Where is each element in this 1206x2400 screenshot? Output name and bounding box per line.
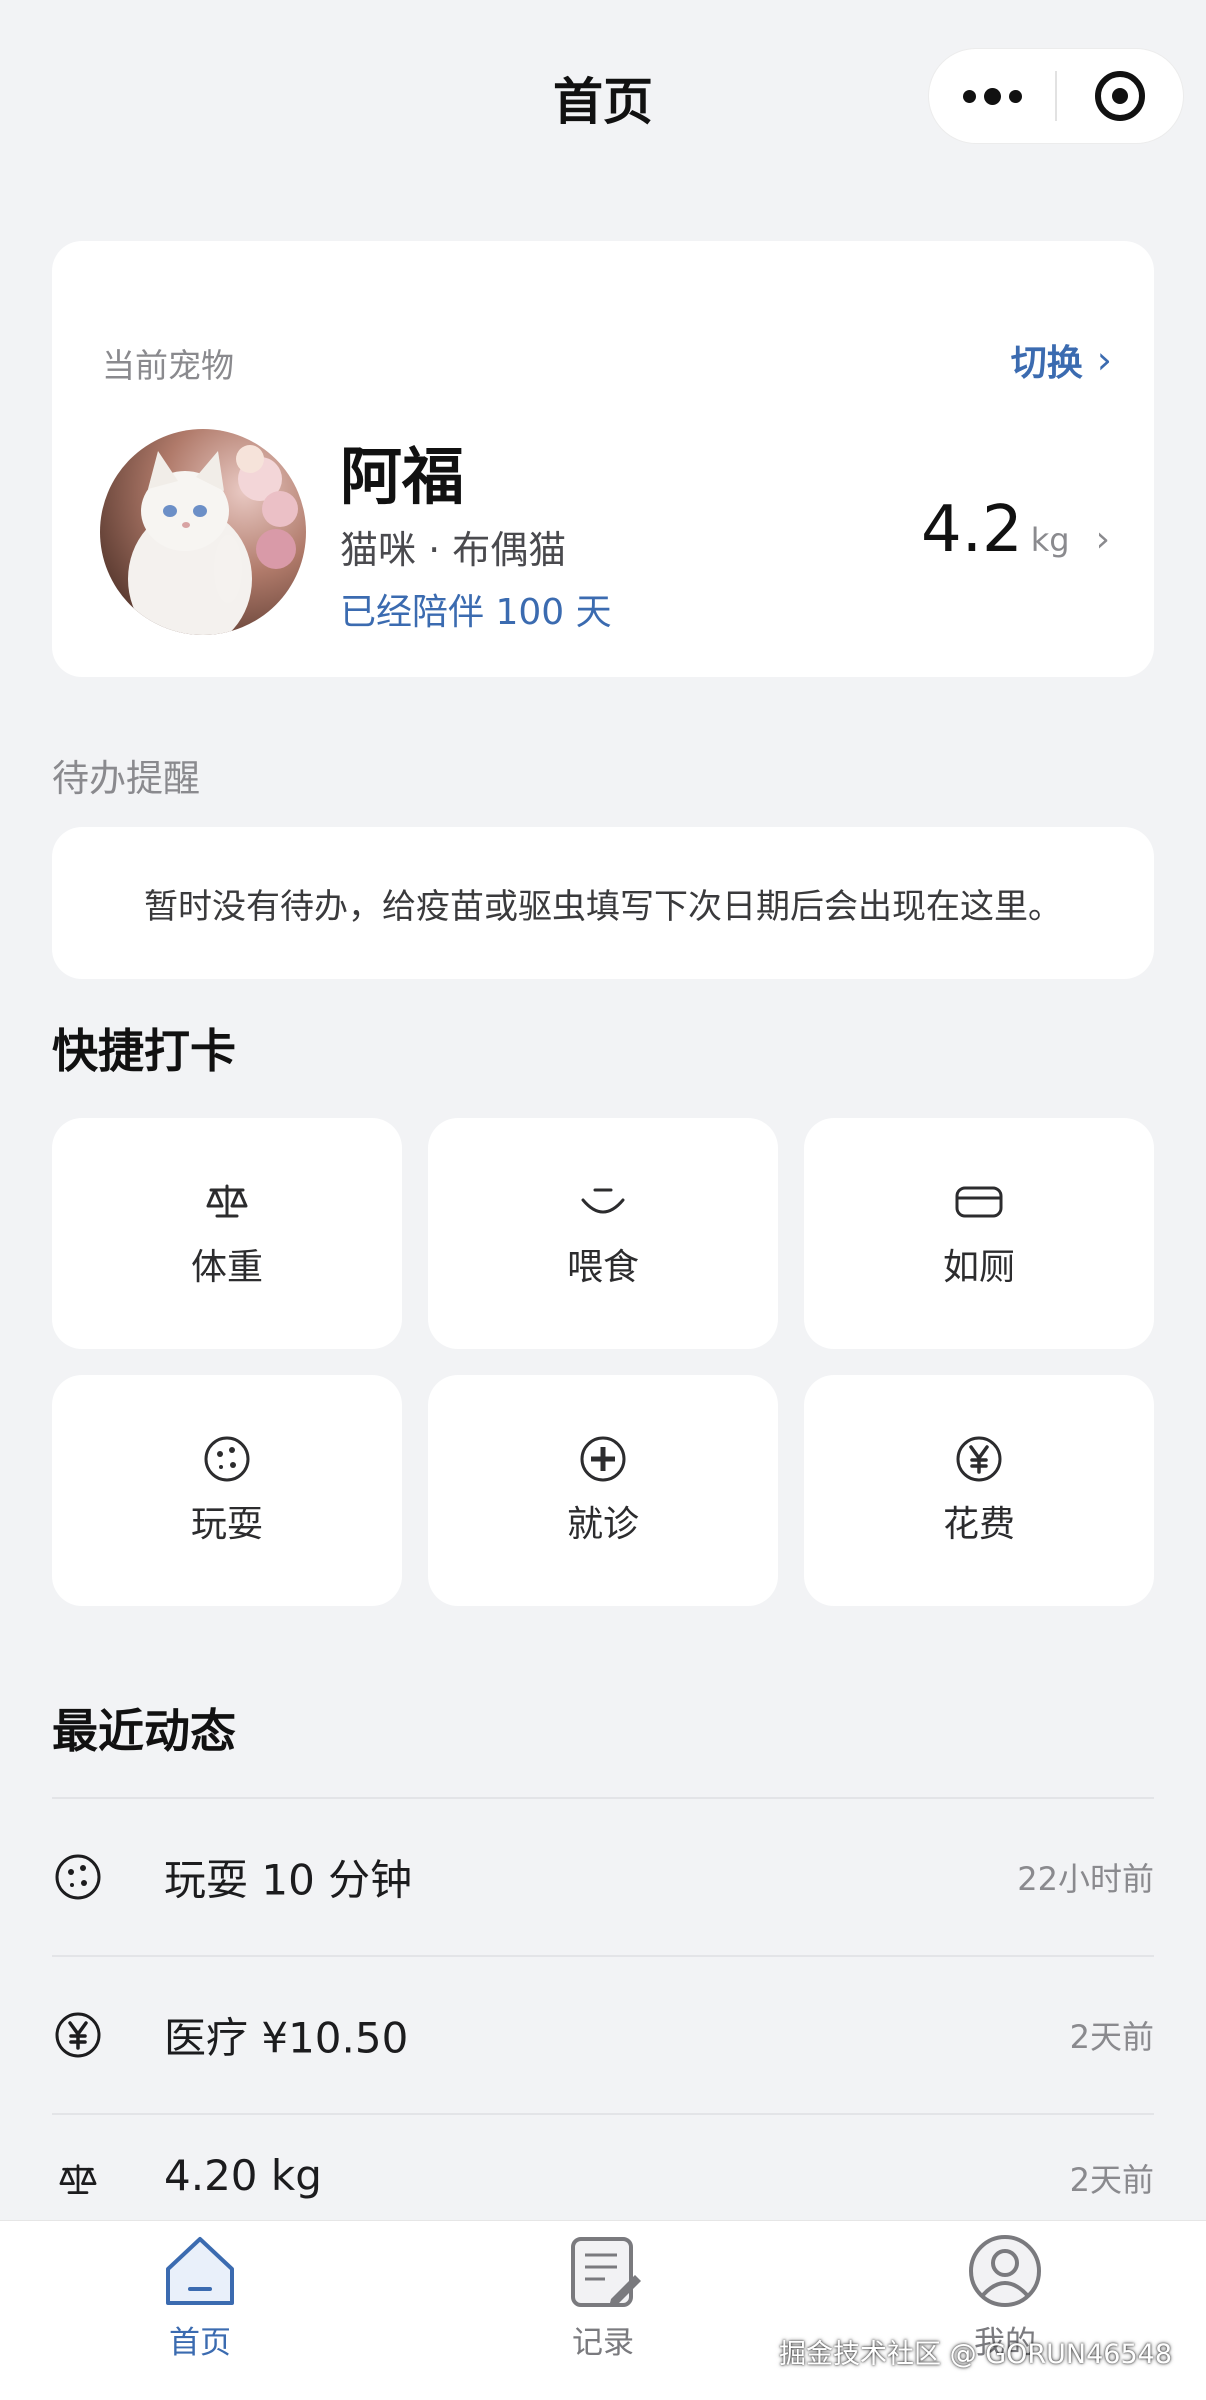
- quick-tile-label: 花费: [942, 1503, 1015, 1545]
- quick-tile-weight[interactable]: 体重: [52, 1118, 402, 1349]
- nav-bar: 首页: [0, 0, 1206, 200]
- litter-box-icon: [954, 1178, 1004, 1226]
- quick-tile-label: 就诊: [566, 1503, 639, 1545]
- tab-home[interactable]: 首页: [100, 2233, 300, 2362]
- list-item[interactable]: 医疗 ¥10.50 2天前: [52, 1957, 1154, 2113]
- more-dots-icon: [962, 87, 1022, 105]
- close-mini-program-button[interactable]: [1057, 48, 1183, 144]
- todo-section-label: 待办提醒: [52, 757, 200, 800]
- list-item[interactable]: 玩耍 10 分钟 22小时前: [52, 1799, 1154, 1955]
- quick-tile-feed[interactable]: 喂食: [428, 1118, 778, 1349]
- activity-time: 22小时前: [1017, 1860, 1154, 1898]
- ball-icon: [203, 1435, 251, 1483]
- target-icon: [1094, 71, 1145, 121]
- more-button[interactable]: [929, 48, 1055, 144]
- yen-icon: [955, 1435, 1003, 1483]
- ball-icon: [52, 1851, 104, 1903]
- chevron-right-icon: ›: [1096, 338, 1112, 382]
- quick-tile-label: 喂食: [566, 1246, 639, 1288]
- cat-photo-icon: [100, 429, 306, 635]
- quick-tile-vet[interactable]: 就诊: [428, 1375, 778, 1606]
- list-item[interactable]: 4.20 kg 2天前: [52, 2115, 1154, 2220]
- switch-pet-label: 切换: [1010, 343, 1083, 384]
- quick-checkin-title: 快捷打卡: [52, 1024, 236, 1078]
- tab-label: 首页: [169, 2325, 231, 2361]
- scale-icon: [52, 2154, 104, 2206]
- tab-record[interactable]: 记录: [503, 2233, 703, 2362]
- pet-weight-unit: kg: [1030, 521, 1070, 559]
- todo-empty-text: 暂时没有待办，给疫苗或驱虫填写下次日期后会出现在这里。: [144, 886, 1062, 927]
- pet-breed: 猫咪 · 布偶猫: [340, 528, 567, 572]
- medical-plus-icon: [579, 1435, 627, 1483]
- companion-days: 已经陪伴 100 天: [340, 592, 612, 633]
- pet-weight-value: 4.2: [920, 493, 1023, 567]
- activity-title: 医疗 ¥10.50: [164, 2013, 409, 2063]
- yen-icon: [52, 2009, 104, 2061]
- current-pet-label: 当前宠物: [102, 346, 234, 385]
- pet-name: 阿福: [340, 440, 465, 513]
- bowl-icon: [579, 1178, 627, 1226]
- home-icon: [162, 2233, 238, 2313]
- quick-tile-label: 玩耍: [190, 1503, 263, 1545]
- quick-tile-label: 如厕: [942, 1246, 1015, 1288]
- activity-time: 2天前: [1069, 2018, 1154, 2056]
- current-pet-card[interactable]: 当前宠物 切换 › 阿福 猫咪 · 布偶猫 已经陪伴 100 天 4.2 kg …: [52, 241, 1154, 677]
- tab-bar: 首页 记录 我的: [0, 2220, 1206, 2400]
- pet-avatar[interactable]: [100, 429, 306, 635]
- scale-icon: [205, 1178, 249, 1226]
- todo-card: 暂时没有待办，给疫苗或驱虫填写下次日期后会出现在这里。: [52, 827, 1154, 979]
- profile-icon: [967, 2233, 1043, 2313]
- quick-tile-expense[interactable]: 花费: [804, 1375, 1154, 1606]
- quick-tile-litter[interactable]: 如厕: [804, 1118, 1154, 1349]
- activity-title: 玩耍 10 分钟: [164, 1855, 413, 1905]
- quick-tile-label: 体重: [190, 1246, 263, 1288]
- pet-weight-link[interactable]: 4.2 kg ›: [921, 493, 1110, 567]
- quick-tile-play[interactable]: 玩耍: [52, 1375, 402, 1606]
- recent-activity-title: 最近动态: [52, 1704, 236, 1758]
- chevron-right-icon: ›: [1095, 519, 1110, 560]
- switch-pet-button[interactable]: 切换 ›: [1011, 334, 1112, 386]
- record-icon: [565, 2233, 641, 2313]
- mini-program-capsule: [928, 48, 1184, 144]
- activity-title: 4.20 kg: [164, 2151, 322, 2200]
- activity-time: 2天前: [1069, 2161, 1154, 2199]
- watermark: 掘金技术社区 @ GORUN46548: [779, 2339, 1172, 2370]
- tab-label: 记录: [572, 2325, 634, 2361]
